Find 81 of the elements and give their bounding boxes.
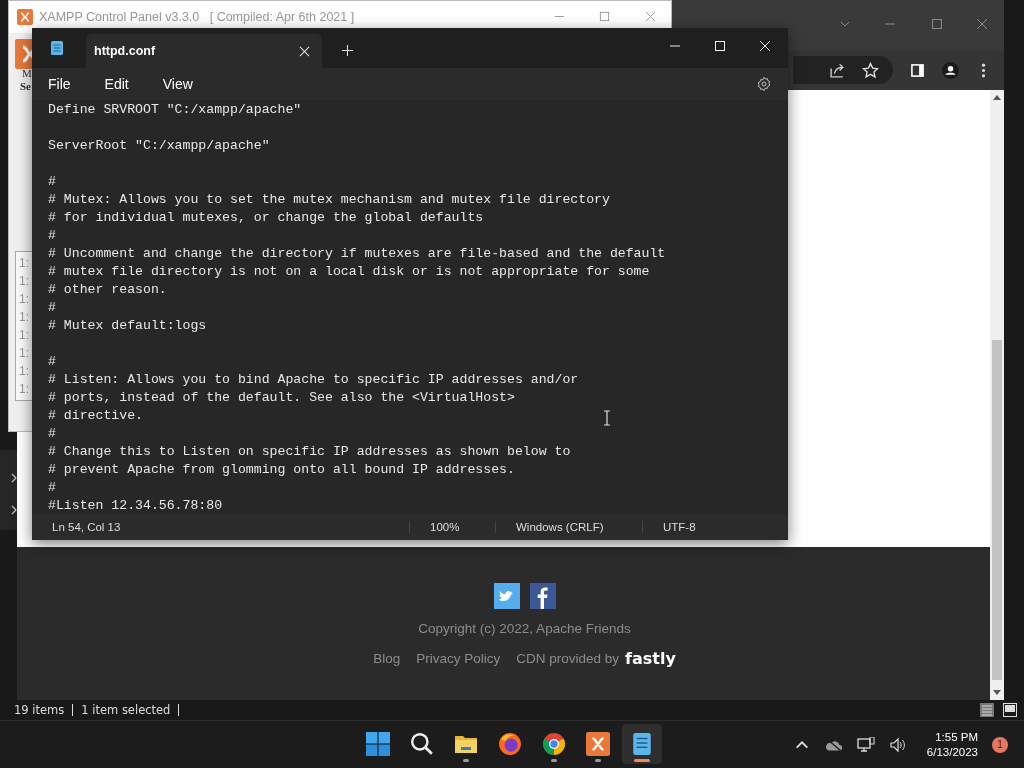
code-line: # other reason. <box>48 281 167 299</box>
firefox-icon[interactable] <box>498 732 522 756</box>
code-line: # <box>48 353 56 371</box>
chevron-right-icon[interactable] <box>10 505 18 515</box>
cdn-text: CDN provided by <box>516 651 619 666</box>
code-line: #Listen 12.34.56.78:80 <box>48 497 223 514</box>
network-icon[interactable] <box>856 736 875 753</box>
settings-icon[interactable] <box>756 76 772 92</box>
volume-icon[interactable] <box>888 736 907 753</box>
taskbar-app[interactable] <box>622 724 662 764</box>
notepad-icon <box>50 40 64 56</box>
status-text: 1 item selected <box>81 704 180 716</box>
log-time: 1: <box>19 381 30 398</box>
code-line: Define SRVROOT "C:/xampp/apache" <box>48 101 302 119</box>
xampp-logo-icon <box>17 9 33 25</box>
notepad-icon[interactable] <box>630 732 654 756</box>
details-view-icon[interactable] <box>979 702 995 718</box>
menu-item[interactable]: View <box>154 72 201 96</box>
clock[interactable]: 1:55 PM 6/13/2023 <box>926 729 978 760</box>
code-line: # Mutex: Allows you to set the mutex mechanism and mutex file directory <box>48 191 610 209</box>
code-line: # <box>48 173 56 191</box>
code-line: # directive. <box>48 407 143 425</box>
code-line: # <box>48 299 56 317</box>
footer-link[interactable]: Blog <box>373 651 401 666</box>
star-icon[interactable] <box>862 61 879 79</box>
log-time: 1: <box>19 255 30 272</box>
log-time: 1: <box>19 327 30 344</box>
address-bar[interactable] <box>793 56 893 84</box>
menu-item[interactable]: File <box>40 72 79 96</box>
code-line: # <box>48 227 56 245</box>
profile-icon[interactable] <box>942 61 959 79</box>
code-line: # prevent Apache from glomming onto all bound IP addresses. <box>48 461 515 479</box>
footer-link[interactable]: Privacy Policy <box>416 651 501 666</box>
scrollbar-thumb[interactable] <box>992 340 1002 680</box>
window-title: XAMPP Control Panel v3.3.0 [ Compiled: Apr 6th 2021 ] <box>39 10 355 24</box>
code-line: # Mutex default:logs <box>48 317 207 335</box>
log-time: 1: <box>19 273 30 290</box>
status-text: 19 items <box>14 704 74 716</box>
log-time: 1: <box>19 291 30 308</box>
code-line: # Listen: Allows you to bind Apache to specific IP addresses and/or <box>48 371 579 389</box>
close-tab-icon[interactable] <box>299 45 310 57</box>
xampp-logo-icon <box>15 39 33 69</box>
new-tab-icon[interactable] <box>342 45 353 56</box>
time-text: 1:55 PM <box>935 729 978 745</box>
scroll-up-icon[interactable] <box>993 94 1001 100</box>
code-line: # Uncomment and change the directory if mutexes are file-based and the default <box>48 245 666 263</box>
code-line: # for individual mutexes, or change the global defaults <box>48 209 484 227</box>
log-time: 1: <box>19 309 30 326</box>
cursor-position: Ln 54, Col 13 <box>51 521 122 533</box>
chrome-icon[interactable] <box>542 732 566 756</box>
code-line: # Change this to Listen on specific IP addresses as shown below to <box>48 443 571 461</box>
chevron-right-icon[interactable] <box>10 473 18 483</box>
date-text: 6/13/2023 <box>926 744 978 760</box>
facebook-icon[interactable] <box>529 583 556 609</box>
zoom-level[interactable]: 100% <box>409 521 495 533</box>
code-line: # ports, instead of the default. See also the <VirtualHost> <box>48 389 515 407</box>
copyright-text: Copyright (c) 2022, Apache Friends <box>418 621 631 636</box>
windows-logo-icon[interactable] <box>366 732 390 756</box>
line-endings[interactable]: Windows (CRLF) <box>495 521 642 533</box>
side-panel-icon[interactable] <box>909 61 926 79</box>
code-line: # mutex file directory is not on a local disk or is not appropriate for some <box>48 263 650 281</box>
scrollbar[interactable] <box>990 90 1004 700</box>
scroll-down-icon[interactable] <box>993 690 1001 696</box>
xampp-logo-icon[interactable] <box>586 732 610 756</box>
fastly-logo[interactable]: fastly <box>625 649 676 668</box>
notification-badge[interactable]: 1 <box>992 736 1008 753</box>
service-label: Se <box>20 80 31 92</box>
code-line: ServerRoot "C:/xampp/apache" <box>48 137 270 155</box>
menu-item[interactable]: Edit <box>96 72 137 96</box>
code-line: # <box>48 479 56 497</box>
encoding[interactable]: UTF-8 <box>642 521 696 533</box>
twitter-icon[interactable] <box>493 583 520 609</box>
log-time: 1: <box>19 363 30 380</box>
file-tab[interactable]: httpd.conf <box>86 34 322 68</box>
code-line: # <box>48 425 56 443</box>
text-cursor-icon <box>603 410 611 426</box>
tiles-view-icon[interactable] <box>1002 702 1018 718</box>
module-label: M <box>22 67 32 79</box>
log-time: 1: <box>19 345 30 362</box>
search-icon[interactable] <box>410 732 434 756</box>
share-icon[interactable] <box>829 61 846 79</box>
